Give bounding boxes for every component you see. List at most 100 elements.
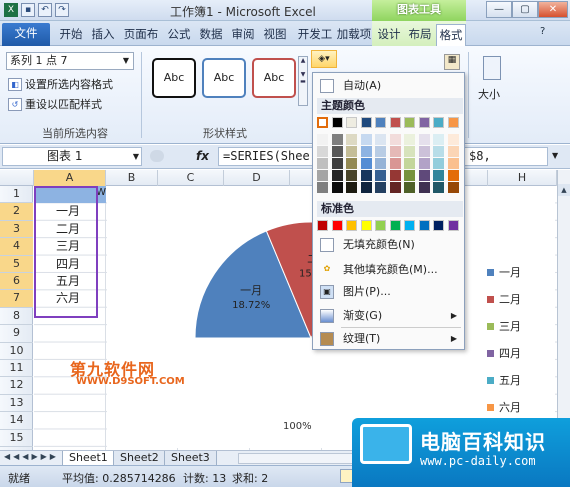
legend-entry[interactable]: 三月 <box>487 318 521 334</box>
row-header[interactable]: 8 <box>0 308 33 326</box>
color-swatch[interactable] <box>360 146 372 157</box>
color-swatch[interactable] <box>375 134 386 145</box>
column-header[interactable]: B <box>106 170 158 186</box>
legend-entry[interactable]: 五月 <box>487 372 521 388</box>
select-all-corner[interactable] <box>0 170 34 186</box>
color-swatch[interactable] <box>447 170 459 181</box>
color-swatch[interactable] <box>418 170 430 181</box>
color-swatch[interactable] <box>389 170 401 181</box>
texture-fill-item[interactable]: 纹理(T) ▶ <box>315 329 463 349</box>
color-swatch[interactable] <box>418 158 430 169</box>
gradient-fill-item[interactable]: 渐变(G) ▶ <box>315 306 463 326</box>
row-header[interactable]: 12 <box>0 377 33 395</box>
column-header[interactable]: D <box>224 170 290 186</box>
color-swatch[interactable] <box>317 117 328 128</box>
chart-legend[interactable]: 一月 二月 三月 四月 五月 六月 <box>487 264 521 426</box>
sheet-tab[interactable]: Sheet2 <box>113 451 166 466</box>
color-swatch[interactable] <box>433 158 444 169</box>
color-swatch[interactable] <box>331 146 343 157</box>
color-swatch[interactable] <box>360 220 372 231</box>
tab-view[interactable]: 视图 <box>260 24 290 46</box>
tab-file[interactable]: 文件 <box>2 23 50 46</box>
picture-fill-item[interactable]: ▣ 图片(P)... <box>315 282 463 302</box>
help-icon[interactable]: ? <box>540 26 545 37</box>
color-swatch[interactable] <box>375 158 386 169</box>
row-header[interactable]: 15 <box>0 430 33 447</box>
color-swatch[interactable] <box>346 146 357 157</box>
color-swatch[interactable] <box>404 158 415 169</box>
color-swatch[interactable] <box>389 117 401 128</box>
row-header[interactable]: 6 <box>0 273 33 291</box>
formula-bar-toggle[interactable] <box>150 150 164 162</box>
row-header[interactable]: 10 <box>0 343 33 360</box>
color-swatch[interactable] <box>433 117 444 128</box>
color-swatch[interactable] <box>317 170 328 181</box>
row-header[interactable]: 4 <box>0 238 33 256</box>
no-fill-item[interactable]: 无填充颜色(N) <box>315 235 463 255</box>
color-swatch[interactable] <box>433 134 444 145</box>
color-swatch[interactable] <box>375 182 386 193</box>
legend-entry[interactable]: 四月 <box>487 345 521 361</box>
row-header[interactable]: 7 <box>0 290 33 308</box>
reset-style-button[interactable]: ↺ 重设以匹配样式 <box>8 96 102 112</box>
format-selection-button[interactable]: ◧ 设置所选内容格式 <box>8 76 113 92</box>
color-swatch[interactable] <box>360 158 372 169</box>
save-icon[interactable]: ▪ <box>21 3 35 17</box>
arrange-icon[interactable]: ▦ <box>444 54 460 70</box>
color-swatch[interactable] <box>375 170 386 181</box>
vertical-scrollbar[interactable]: ▲ ▼ <box>557 170 570 450</box>
size-icon[interactable] <box>483 56 501 80</box>
color-swatch[interactable] <box>317 134 328 145</box>
style-gallery-scroll[interactable]: ▲ ▼ ▬ <box>298 56 308 106</box>
row-header[interactable]: 13 <box>0 395 33 413</box>
legend-entry[interactable]: 一月 <box>487 264 521 280</box>
tab-design[interactable]: 设计 <box>374 24 404 46</box>
name-box[interactable]: 图表 1 ▼ <box>2 147 142 166</box>
chart-element-select[interactable]: 系列 1 点 7 ▼ <box>6 52 134 70</box>
color-swatch[interactable] <box>375 146 386 157</box>
auto-color-item[interactable]: 自动(A) <box>315 76 463 96</box>
color-swatch[interactable] <box>447 134 459 145</box>
row-header[interactable]: 14 <box>0 412 33 430</box>
undo-icon[interactable]: ↶ <box>38 3 52 17</box>
color-swatch[interactable] <box>360 182 372 193</box>
color-swatch[interactable] <box>360 134 372 145</box>
color-swatch[interactable] <box>404 117 415 128</box>
color-swatch[interactable] <box>404 170 415 181</box>
tab-insert[interactable]: 插入 <box>88 24 118 46</box>
color-swatch[interactable] <box>331 220 343 231</box>
tab-addins[interactable]: 加载项 <box>336 24 372 46</box>
scroll-up-icon[interactable]: ▲ <box>558 184 570 196</box>
shape-style-1[interactable]: Abc <box>152 58 196 98</box>
color-swatch[interactable] <box>331 158 343 169</box>
tab-review[interactable]: 审阅 <box>228 24 258 46</box>
row-header[interactable]: 9 <box>0 325 33 343</box>
legend-entry[interactable]: 六月 <box>487 399 521 415</box>
color-swatch[interactable] <box>360 170 372 181</box>
shape-style-2[interactable]: Abc <box>202 58 246 98</box>
row-header[interactable]: 11 <box>0 360 33 378</box>
color-swatch[interactable] <box>447 117 459 128</box>
row-header[interactable]: 1 <box>0 186 33 204</box>
color-swatch[interactable] <box>346 158 357 169</box>
shape-style-3[interactable]: Abc <box>252 58 296 98</box>
color-swatch[interactable] <box>418 220 430 231</box>
color-swatch[interactable] <box>418 117 430 128</box>
color-swatch[interactable] <box>360 117 372 128</box>
color-swatch[interactable] <box>433 220 444 231</box>
color-swatch[interactable] <box>331 182 343 193</box>
color-swatch[interactable] <box>389 220 401 231</box>
color-swatch[interactable] <box>375 117 386 128</box>
tab-page-layout[interactable]: 页面布 <box>120 24 162 46</box>
tab-data[interactable]: 数据 <box>196 24 226 46</box>
color-swatch[interactable] <box>331 134 343 145</box>
column-header[interactable]: A <box>34 170 106 186</box>
color-swatch[interactable] <box>346 134 357 145</box>
color-swatch[interactable] <box>404 134 415 145</box>
sheet-tab[interactable]: Sheet1 <box>62 451 115 466</box>
color-swatch[interactable] <box>346 220 357 231</box>
tab-layout[interactable]: 布局 <box>405 24 435 46</box>
color-swatch[interactable] <box>389 146 401 157</box>
color-swatch[interactable] <box>317 182 328 193</box>
tab-formulas[interactable]: 公式 <box>164 24 194 46</box>
